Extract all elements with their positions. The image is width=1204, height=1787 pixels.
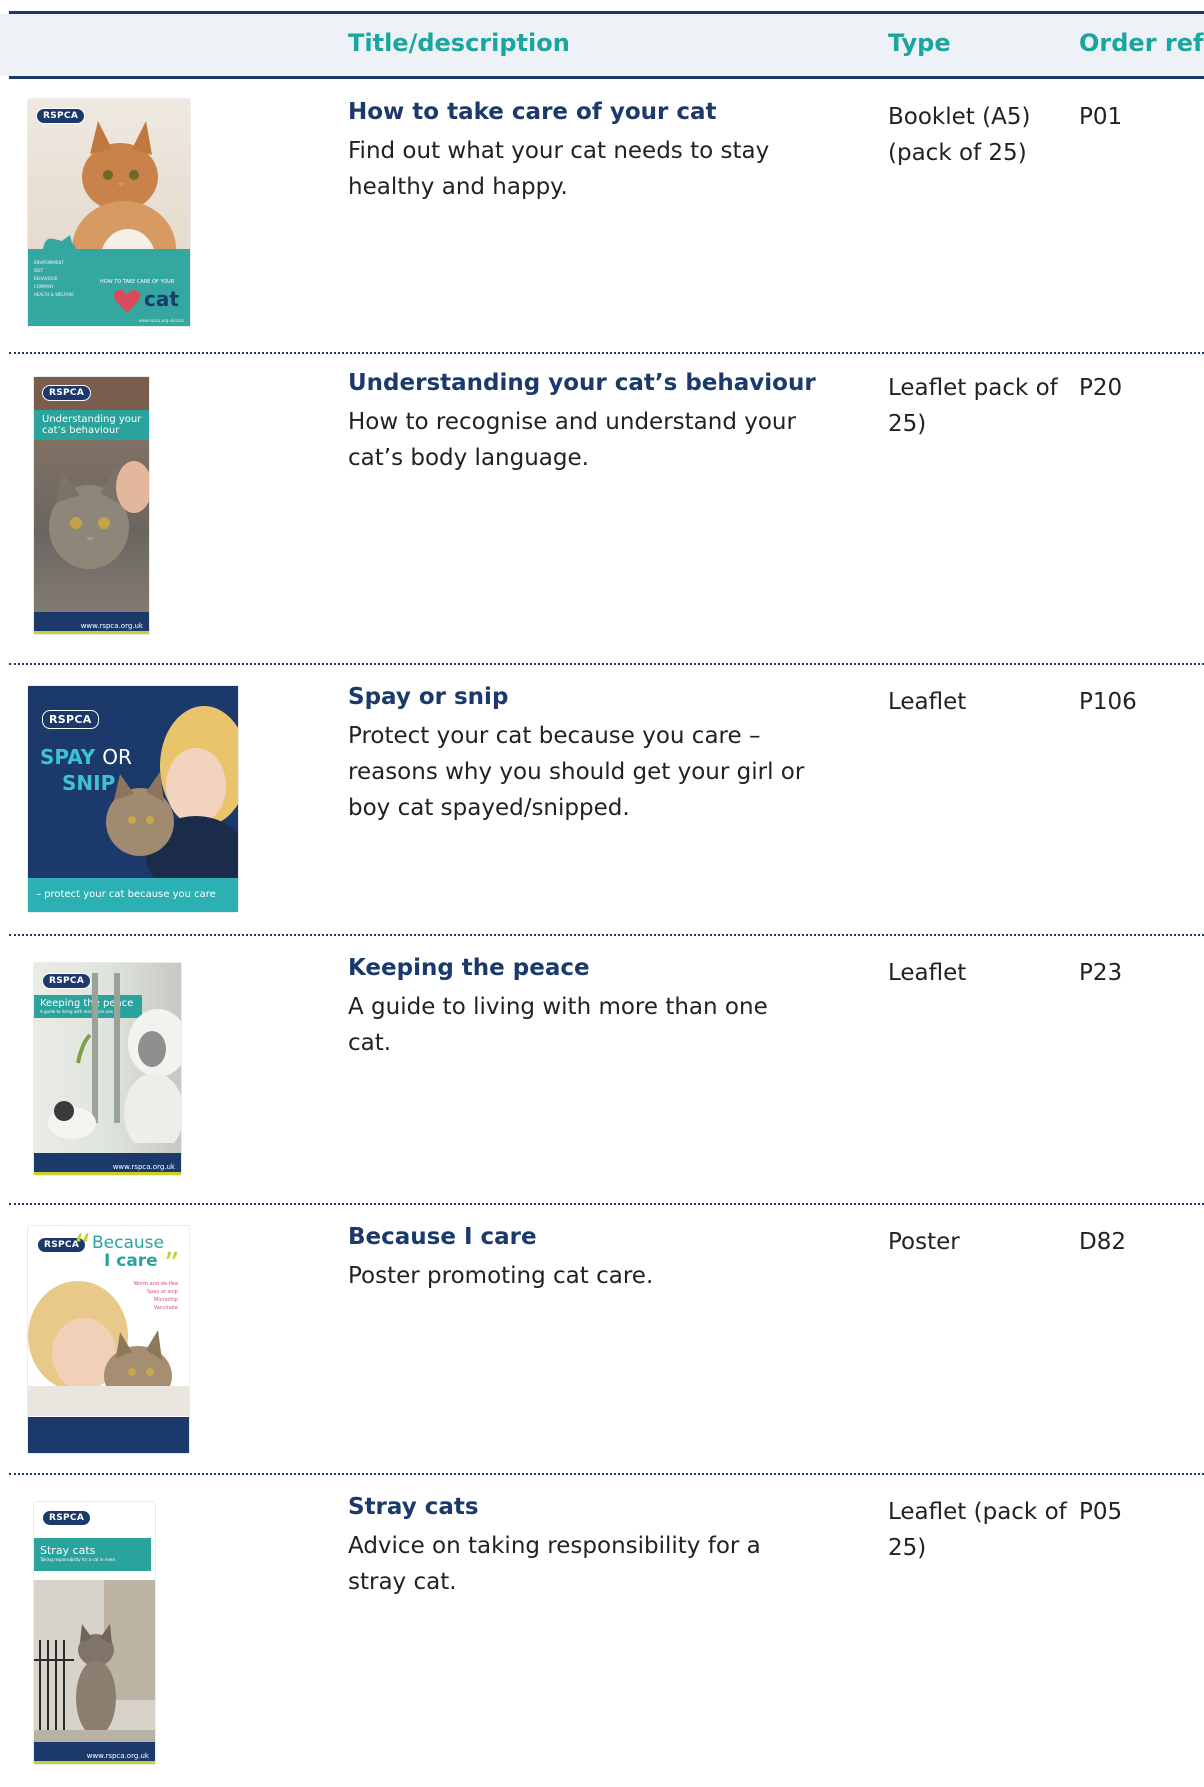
item-title: Understanding your cat’s behaviour: [348, 370, 816, 396]
item-title: Because I care: [348, 1224, 537, 1250]
cover-topic: COMPANY: [34, 284, 54, 289]
item-type: Leaflet: [888, 960, 967, 986]
cover-headline: SPAY OR SNIP: [40, 744, 132, 796]
header-title-description: Title/description: [348, 29, 570, 57]
item-order-ref: P23: [1079, 960, 1123, 986]
cover-title-band: Understanding your cat’s behaviour: [34, 410, 149, 440]
cover-image-keeping-the-peace-leaflet: RSPCA Keeping the peace A guide to livin…: [34, 963, 181, 1175]
item-title: Keeping the peace: [348, 955, 590, 981]
cover-word-or: OR: [102, 745, 132, 769]
cover-footer: www.rspca.org.uk: [34, 612, 149, 634]
cover-heading: Stray cats: [40, 1544, 96, 1557]
row-separator: [9, 1473, 1204, 1475]
item-description: Find out what your cat needs to stay hea…: [348, 138, 770, 200]
cover-topic: DIET: [34, 268, 44, 273]
cover-topic: HEALTH & WELFARE: [34, 292, 74, 297]
item-type: Leaflet pack of 25): [888, 375, 1058, 437]
rspca-logo: RSPCA: [42, 385, 92, 401]
cover-topic: BEHAVIOUR: [34, 276, 58, 281]
publication-order-table: Title/description Type Order ref RSPCA E…: [0, 0, 1204, 1787]
item-title: How to take care of your cat: [348, 99, 717, 125]
table-header: Title/description Type Order ref: [0, 14, 1204, 76]
cover-heading: HOW TO TAKE CARE OF YOUR: [100, 279, 175, 285]
cover-subheading: Taking responsibility for a cat in need: [40, 1557, 115, 1562]
item-description: Advice on taking responsibility for a st…: [348, 1533, 761, 1595]
heart-icon: [113, 289, 141, 313]
item-description: Protect your cat because you care – reas…: [348, 723, 805, 821]
stray-cat-photo-illustration: [34, 1580, 155, 1750]
cover-topic: ENVIRONMENT: [34, 260, 64, 265]
cover-image-stray-cats-leaflet: RSPCA Stray cats Taking responsibility f…: [34, 1502, 155, 1764]
item-title: Spay or snip: [348, 684, 509, 710]
two-cats-photo-illustration: [48, 973, 181, 1143]
cover-word-spay: SPAY: [40, 745, 96, 769]
row-separator: [9, 352, 1204, 354]
cover-footer: www.rspca.org.uk: [34, 1153, 181, 1175]
item-type: Poster: [888, 1229, 960, 1255]
cover-big-word: cat: [144, 287, 179, 311]
item-order-ref: D82: [1079, 1229, 1126, 1255]
cover-image-spay-or-snip-leaflet: RSPCA SPAY OR SNIP – protect your cat be…: [28, 686, 238, 912]
item-type: Leaflet: [888, 689, 967, 715]
cover-word-snip: SNIP: [62, 771, 116, 795]
header-order-ref: Order ref: [1079, 29, 1204, 57]
cat-silhouette-icon: [40, 235, 77, 259]
item-order-ref: P01: [1079, 104, 1123, 130]
cover-title-band: Stray cats Taking responsibility for a c…: [34, 1538, 151, 1571]
item-description: How to recognise and understand your cat…: [348, 409, 796, 471]
cover-image-cat-behaviour-leaflet: RSPCA Understanding your cat’s behaviour…: [34, 377, 149, 634]
cover-footer-band: [28, 1417, 189, 1453]
item-order-ref: P106: [1079, 689, 1137, 715]
header-type: Type: [888, 29, 951, 57]
row-separator: [9, 1203, 1204, 1205]
row-separator: [9, 663, 1204, 665]
cover-image-cat-care-booklet: RSPCA ENVIRONMENT DIET BEHAVIOUR COMPANY…: [28, 99, 190, 326]
cover-website: www.rspca.org.uk/cats: [138, 318, 184, 323]
item-order-ref: P05: [1079, 1499, 1123, 1525]
item-title: Stray cats: [348, 1494, 479, 1520]
item-description: Poster promoting cat care.: [348, 1263, 654, 1289]
girl-and-cat-photo-illustration: [28, 1281, 189, 1416]
cover-footer: www.rspca.org.uk: [34, 1742, 155, 1764]
item-order-ref: P20: [1079, 375, 1123, 401]
item-type: Booklet (A5) (pack of 25): [888, 104, 1031, 166]
cover-line-because: Because: [92, 1233, 164, 1253]
cover-image-because-i-care-poster: RSPCA “ Because I care ” Worm and de-fle…: [28, 1226, 189, 1453]
cover-tagline: – protect your cat because you care: [28, 878, 238, 912]
item-description: A guide to living with more than one cat…: [348, 994, 768, 1056]
cover-topics-list: ENVIRONMENT DIET BEHAVIOUR COMPANY HEALT…: [34, 259, 74, 299]
row-separator: [9, 934, 1204, 936]
rspca-logo: RSPCA: [42, 1510, 92, 1526]
tabby-cat-photo-illustration: [49, 461, 149, 569]
header-bottom-rule: [9, 76, 1204, 79]
quote-open-icon: “: [74, 1227, 92, 1267]
cover-headline: Because I care: [92, 1234, 164, 1270]
item-type: Leaflet (pack of 25): [888, 1499, 1067, 1561]
